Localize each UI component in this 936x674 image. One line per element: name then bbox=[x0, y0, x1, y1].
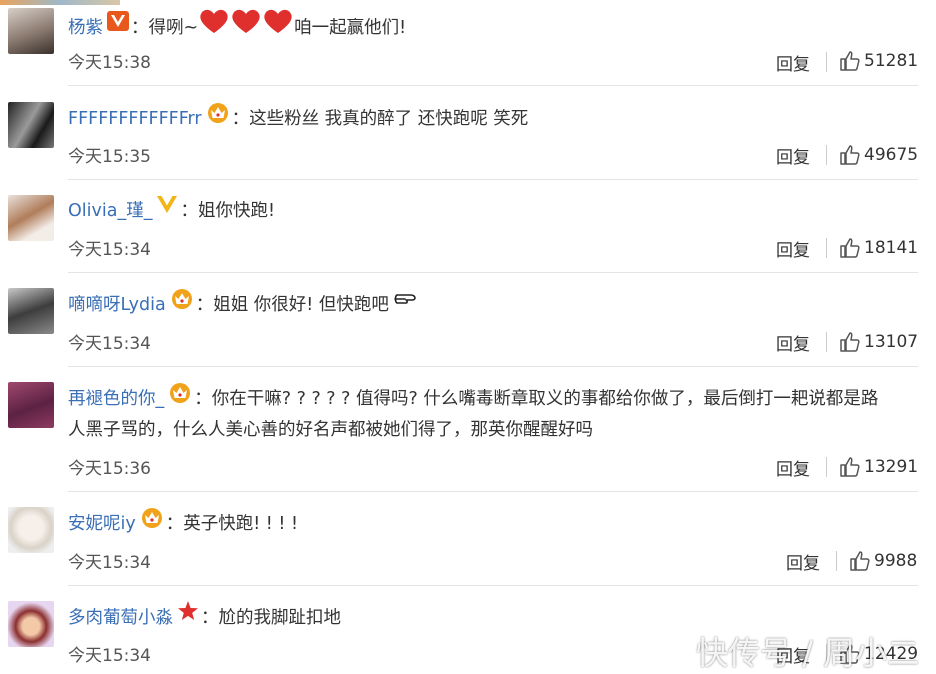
heart-icon bbox=[263, 8, 293, 44]
reply-button[interactable]: 回复 bbox=[776, 143, 810, 168]
comment-text: 英子快跑! ! ! ! bbox=[183, 514, 298, 534]
like-count: 13107 bbox=[864, 332, 919, 352]
star-badge-icon bbox=[177, 600, 199, 632]
divider bbox=[68, 366, 918, 367]
username[interactable]: FFFFFFFFFFFFrr bbox=[68, 109, 202, 129]
avatar[interactable] bbox=[8, 195, 54, 241]
like-button[interactable]: 13107 bbox=[840, 332, 918, 352]
crown-badge-icon bbox=[140, 506, 164, 538]
timestamp: 今天15:34 bbox=[68, 240, 151, 260]
divider bbox=[68, 272, 918, 273]
username[interactable]: Olivia_瑾_ bbox=[68, 201, 152, 221]
comment-text: 姐你快跑! bbox=[197, 201, 275, 221]
divider bbox=[826, 332, 827, 352]
reply-button[interactable]: 回复 bbox=[776, 236, 810, 261]
divider bbox=[826, 457, 827, 477]
like-count: 18141 bbox=[864, 238, 919, 258]
timestamp: 今天15:36 bbox=[68, 459, 151, 479]
comment-text: 你在干嘛? ? ? ? ? 值得吗? 什么嘴毒断章取义的事都给你做了，最后倒打一… bbox=[211, 389, 879, 409]
pointing-hand-icon bbox=[393, 288, 417, 318]
reply-button[interactable]: 回复 bbox=[786, 549, 820, 574]
thumbs-up-icon bbox=[850, 551, 870, 571]
crown-badge-icon bbox=[170, 287, 194, 319]
timestamp: 今天15:34 bbox=[68, 646, 151, 666]
verified-v-icon bbox=[156, 194, 178, 224]
comment-text-2: 咱一起赢他们! bbox=[294, 18, 407, 38]
avatar[interactable] bbox=[8, 288, 54, 334]
divider bbox=[68, 585, 918, 586]
divider bbox=[836, 551, 837, 571]
avatar[interactable] bbox=[8, 601, 54, 647]
divider bbox=[68, 179, 918, 180]
username[interactable]: 安妮呢iy bbox=[68, 514, 136, 534]
reply-button[interactable]: 回复 bbox=[776, 455, 810, 480]
like-button[interactable]: 13291 bbox=[840, 457, 918, 477]
like-count: 49675 bbox=[864, 145, 919, 165]
thumbs-up-icon bbox=[840, 332, 860, 352]
thumbs-up-icon bbox=[840, 51, 860, 71]
like-button[interactable]: 49675 bbox=[840, 145, 918, 165]
avatar[interactable] bbox=[8, 382, 54, 428]
thumbs-up-icon bbox=[840, 145, 860, 165]
reply-button[interactable]: 回复 bbox=[776, 330, 810, 355]
timestamp: 今天15:38 bbox=[68, 53, 151, 73]
like-count: 9988 bbox=[874, 551, 918, 571]
thumbs-up-icon bbox=[840, 238, 860, 258]
top-image-strip bbox=[0, 0, 120, 5]
like-button[interactable]: 18141 bbox=[840, 238, 918, 258]
username[interactable]: 杨紫 bbox=[68, 18, 103, 38]
divider bbox=[826, 52, 827, 72]
heart-icon bbox=[231, 8, 261, 44]
thumbs-up-icon bbox=[840, 457, 860, 477]
heart-icon bbox=[199, 8, 229, 44]
watermark: 快传号 / 周小二 bbox=[696, 634, 920, 672]
like-count: 51281 bbox=[864, 51, 919, 71]
crown-badge-icon bbox=[206, 101, 230, 133]
timestamp: 今天15:35 bbox=[68, 147, 151, 167]
verified-v-icon bbox=[107, 11, 129, 41]
timestamp: 今天15:34 bbox=[68, 553, 151, 573]
username[interactable]: 嘀嘀呀Lydia bbox=[68, 295, 166, 315]
reply-button[interactable]: 回复 bbox=[776, 50, 810, 75]
comment-text-continued: 人黑子骂的，什么人美心善的好名声都被她们得了，那英你醒醒好吗 bbox=[68, 420, 593, 440]
like-count: 13291 bbox=[864, 457, 919, 477]
avatar[interactable] bbox=[8, 8, 54, 54]
comment-text: 尬的我脚趾扣地 bbox=[218, 608, 342, 628]
like-button[interactable]: 51281 bbox=[840, 51, 918, 71]
avatar[interactable] bbox=[8, 102, 54, 148]
comment-text: 得咧~ bbox=[148, 18, 199, 38]
comment-text: 这些粉丝 我真的醉了 还快跑呢 笑死 bbox=[249, 109, 529, 129]
comment-text: 姐姐 你很好! 但快跑吧 bbox=[213, 295, 389, 315]
divider bbox=[68, 85, 918, 86]
divider bbox=[68, 491, 918, 492]
divider bbox=[826, 238, 827, 258]
username[interactable]: 再褪色的你_ bbox=[68, 389, 164, 409]
username[interactable]: 多肉葡萄小淼 bbox=[68, 608, 173, 628]
crown-badge-icon bbox=[168, 381, 192, 413]
like-button[interactable]: 9988 bbox=[850, 551, 917, 571]
timestamp: 今天15:34 bbox=[68, 334, 151, 354]
avatar[interactable] bbox=[8, 507, 54, 553]
divider bbox=[826, 145, 827, 165]
